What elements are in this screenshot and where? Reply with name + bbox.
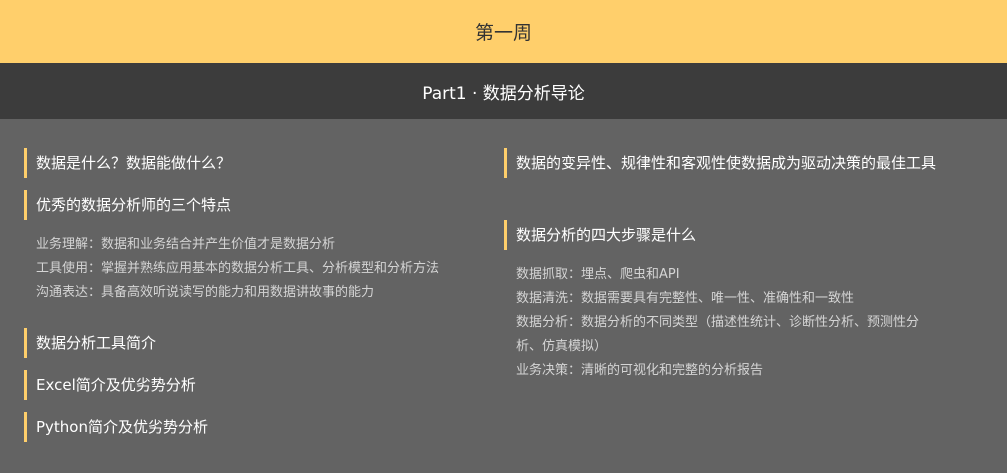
outline-content: 数据是什么？数据能做什么？ 优秀的数据分析师的三个特点 业务理解：数据和业务结合… [0, 119, 1007, 473]
part-header: Part1 · 数据分析导论 [0, 63, 1007, 119]
trait-tools: 工具使用：掌握并熟练应用基本的数据分析工具、分析模型和分析方法 [36, 261, 440, 276]
topic-tools-intro: 数据分析工具简介 [24, 328, 156, 358]
trait-business: 业务理解：数据和业务结合并产生价值才是数据分析 [36, 237, 336, 252]
analyst-traits-list: 业务理解：数据和业务结合并产生价值才是数据分析 工具使用：掌握并熟练应用基本的数… [36, 233, 466, 305]
week-header: 第一周 [0, 0, 1007, 63]
step-cleaning: 数据清洗：数据需要具有完整性、唯一性、准确性和一致性 [516, 291, 855, 306]
trait-communication: 沟通表达：具备高效听说读写的能力和用数据讲故事的能力 [36, 285, 375, 300]
topic-data-properties: 数据的变异性、规律性和客观性使数据成为驱动决策的最佳工具 [504, 148, 941, 178]
topic-what-is-data: 数据是什么？数据能做什么？ [24, 148, 231, 178]
step-collection: 数据抓取：埋点、爬虫和API [516, 267, 680, 282]
topic-python: Python简介及优劣势分析 [24, 412, 208, 442]
topic-four-steps: 数据分析的四大步骤是什么 [504, 220, 696, 250]
topic-excel: Excel简介及优劣势分析 [24, 370, 196, 400]
four-steps-list: 数据抓取：埋点、爬虫和API 数据清洗：数据需要具有完整性、唯一性、准确性和一致… [516, 263, 941, 383]
week-title: 第一周 [474, 22, 532, 44]
topic-analyst-traits: 优秀的数据分析师的三个特点 [24, 190, 231, 220]
step-analysis: 数据分析：数据分析的不同类型（描述性统计、诊断性分析、预测性分析、仿真模拟） [516, 315, 920, 354]
part-title: Part1 · 数据分析导论 [422, 83, 585, 104]
step-decision: 业务决策：清晰的可视化和完整的分析报告 [516, 363, 764, 378]
